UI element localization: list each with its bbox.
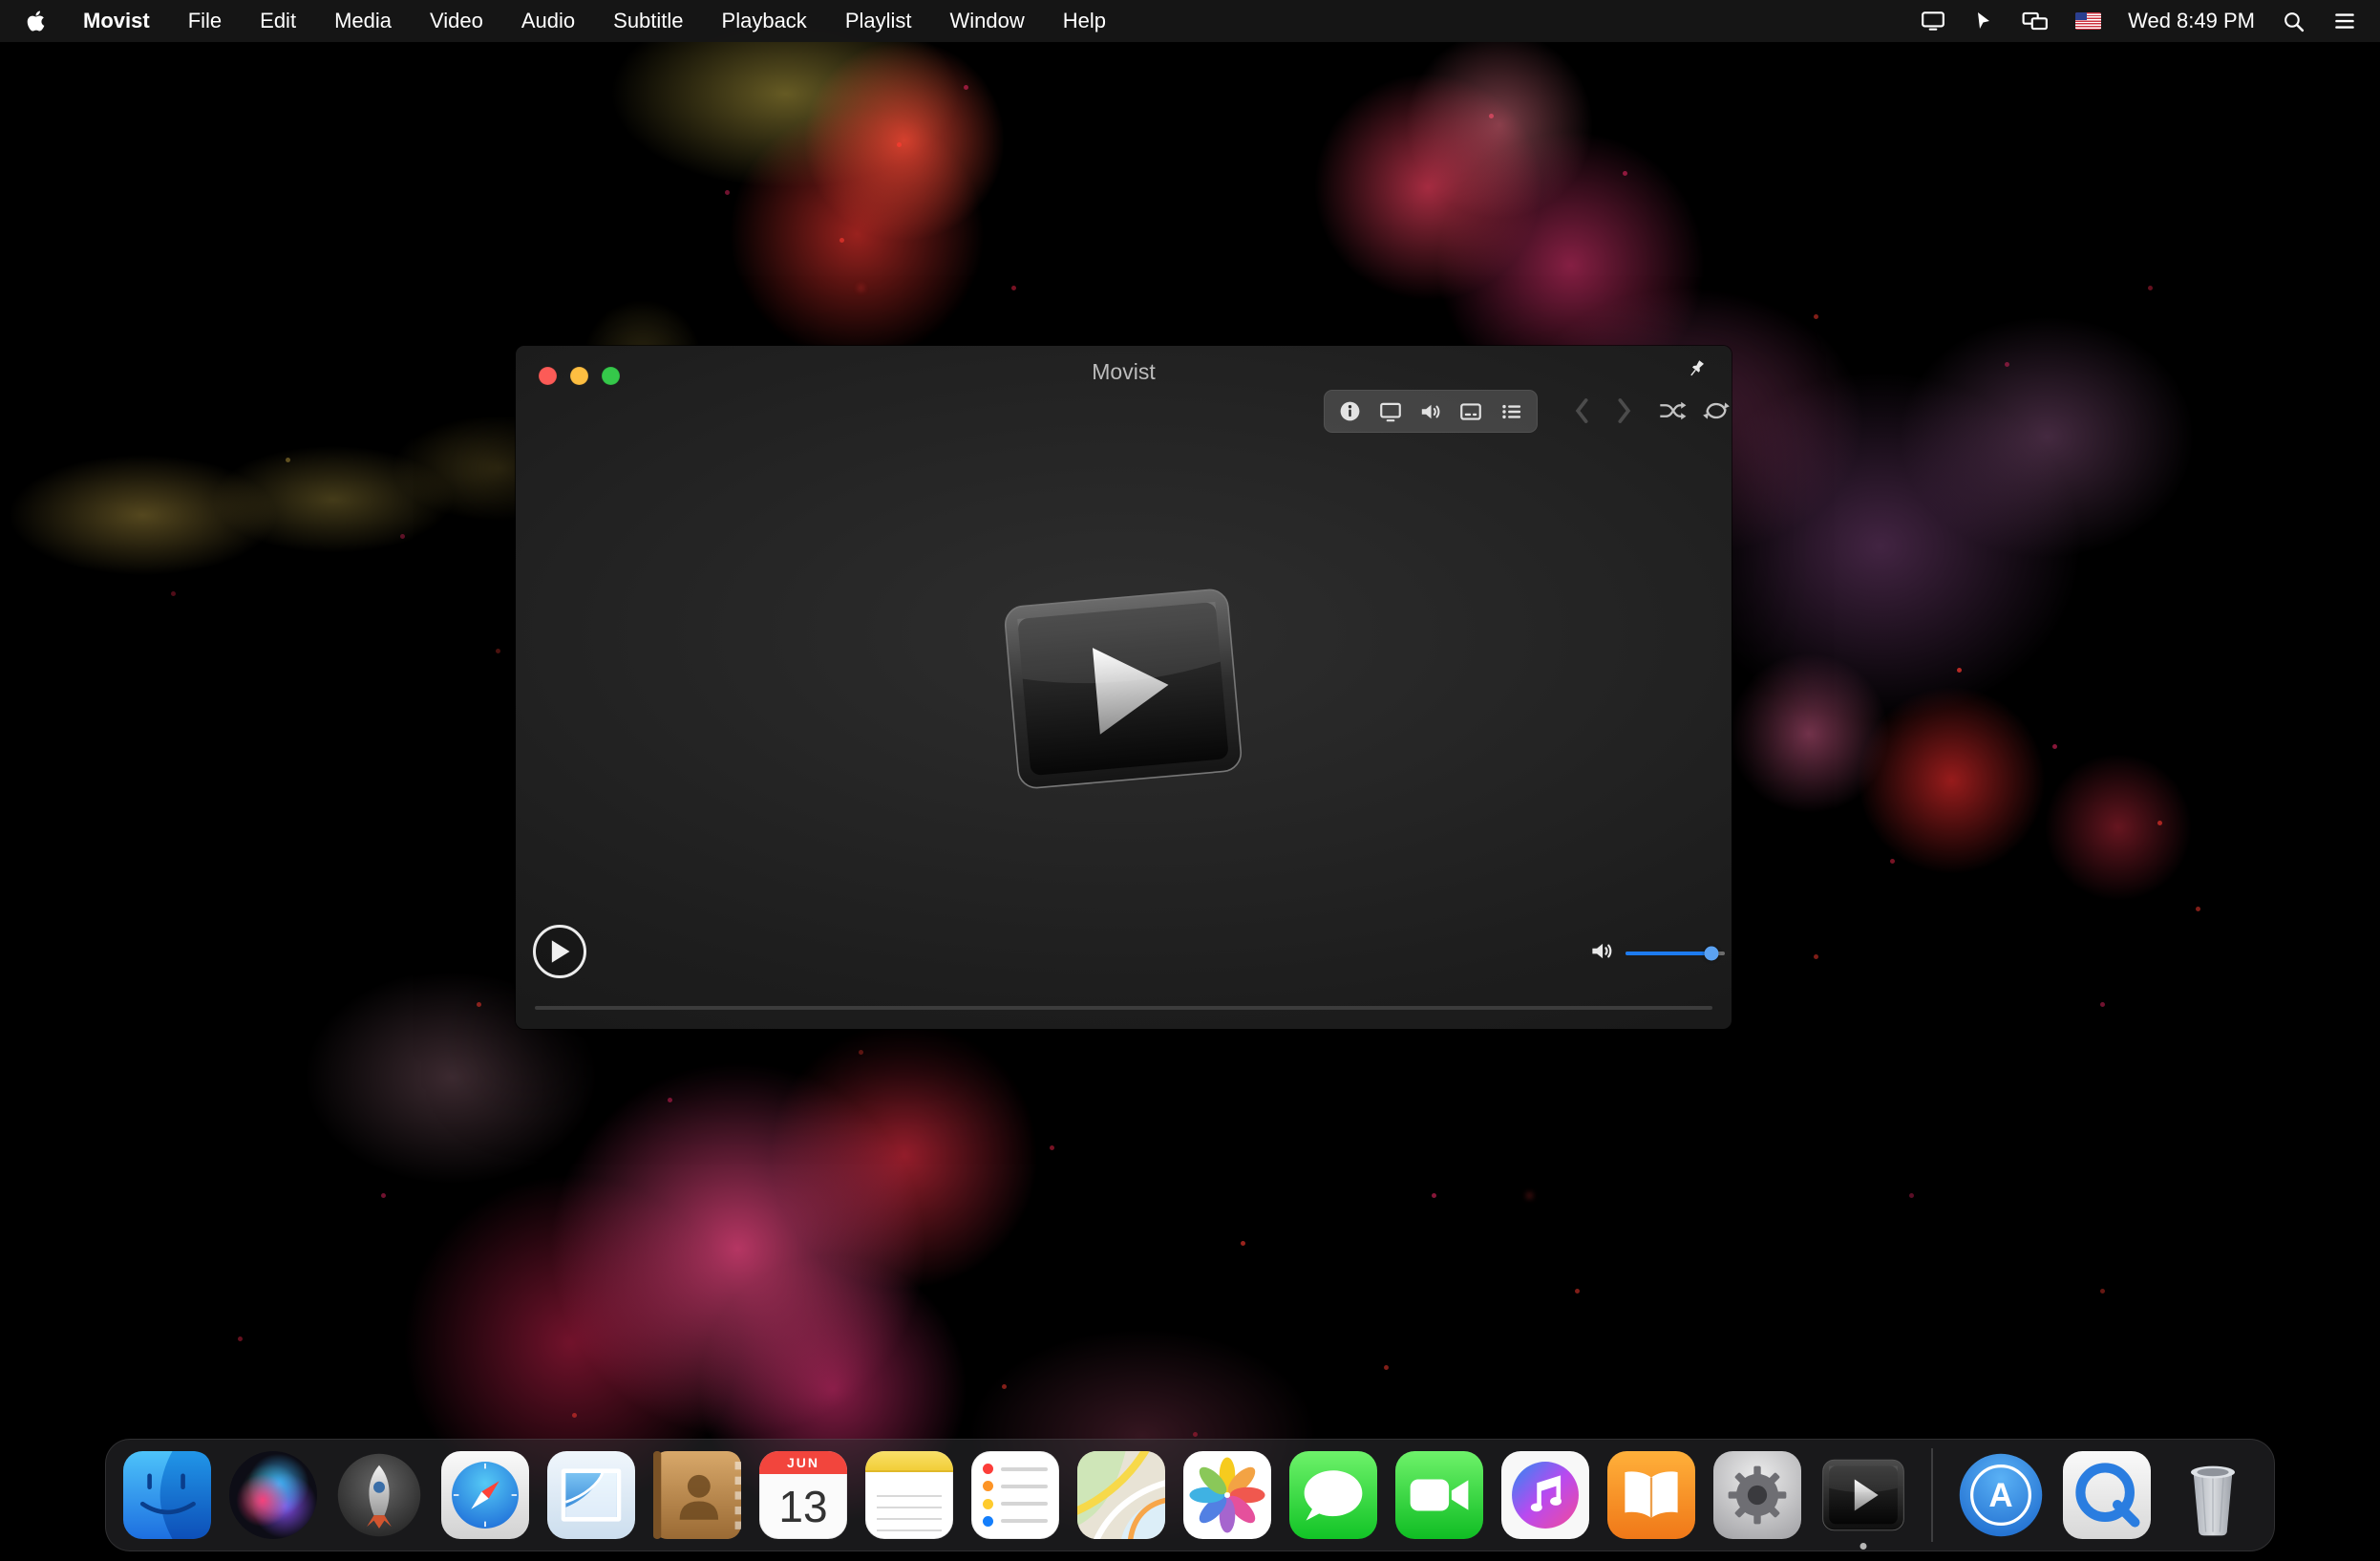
dock-mail[interactable]: [547, 1451, 635, 1539]
maps-icon: [1077, 1451, 1165, 1539]
dock-safari[interactable]: [441, 1451, 529, 1539]
movist-dock-icon: [1822, 1459, 1904, 1531]
menu-playlist[interactable]: Playlist: [845, 9, 912, 33]
dock-launchpad[interactable]: [335, 1451, 423, 1539]
menu-help[interactable]: Help: [1063, 9, 1106, 33]
next-icon[interactable]: [1611, 396, 1636, 426]
movist-logo: [999, 584, 1247, 794]
repeat-icon[interactable]: [1702, 397, 1731, 424]
menu-video[interactable]: Video: [430, 9, 483, 33]
calendar-icon: JUN 13: [759, 1451, 847, 1539]
info-icon[interactable]: [1337, 398, 1363, 424]
dock-finder[interactable]: [123, 1451, 211, 1539]
menu-media[interactable]: Media: [334, 9, 392, 33]
siri-icon: [229, 1451, 317, 1539]
menu-playback[interactable]: Playback: [722, 9, 807, 33]
titlebar[interactable]: Movist: [516, 346, 1732, 396]
playlist-icon[interactable]: [1498, 398, 1524, 424]
input-source-flag-icon[interactable]: [2075, 12, 2102, 30]
dock-system-preferences[interactable]: [1713, 1451, 1801, 1539]
previous-icon[interactable]: [1570, 396, 1595, 426]
menu-app-name[interactable]: Movist: [83, 9, 150, 33]
launchpad-icon: [337, 1453, 421, 1537]
play-button[interactable]: [533, 925, 586, 978]
dock-reminders[interactable]: [971, 1451, 1059, 1539]
photos-icon: [1183, 1451, 1271, 1539]
app-store-icon: A: [1959, 1453, 2043, 1537]
contacts-icon: [653, 1451, 741, 1539]
menu-edit[interactable]: Edit: [260, 9, 296, 33]
notes-icon: [865, 1451, 953, 1539]
dock-itunes[interactable]: [1501, 1451, 1589, 1539]
reminders-icon: [971, 1451, 1059, 1539]
itunes-icon: [1501, 1451, 1589, 1539]
volume-control: [1589, 938, 1725, 969]
dock-facetime[interactable]: [1395, 1451, 1483, 1539]
dock: JUN 13 A: [105, 1439, 2275, 1551]
flag-canton: [2075, 12, 2088, 20]
menu-file[interactable]: File: [188, 9, 222, 33]
desktop: Movist File Edit Media Video Audio Subti…: [0, 0, 2380, 1561]
dock-ibooks[interactable]: [1607, 1451, 1695, 1539]
menu-audio[interactable]: Audio: [521, 9, 575, 33]
messages-icon: [1289, 1451, 1377, 1539]
quicktime-icon: [2063, 1451, 2151, 1539]
menu-subtitle[interactable]: Subtitle: [613, 9, 683, 33]
notes-lines: [877, 1486, 942, 1531]
mail-icon: [547, 1451, 635, 1539]
dock-photos[interactable]: [1183, 1451, 1271, 1539]
notification-center-icon[interactable]: [2332, 9, 2357, 33]
dock-app-store[interactable]: A: [1957, 1451, 2045, 1539]
calendar-month: JUN: [759, 1451, 847, 1474]
facetime-icon: [1395, 1451, 1483, 1539]
dock-siri[interactable]: [229, 1451, 317, 1539]
dock-movist[interactable]: [1819, 1451, 1907, 1539]
dock-quicktime[interactable]: [2063, 1451, 2151, 1539]
system-preferences-icon: [1713, 1451, 1801, 1539]
mirroring-status-icon[interactable]: [2022, 9, 2049, 33]
movist-window: Movist: [516, 346, 1732, 1029]
window-title: Movist: [1092, 359, 1156, 384]
volume-fill: [1626, 952, 1712, 955]
menu-window[interactable]: Window: [950, 9, 1025, 33]
apple-menu[interactable]: [27, 10, 45, 32]
volume-slider[interactable]: [1626, 946, 1725, 961]
dock-messages[interactable]: [1289, 1451, 1377, 1539]
speaker-icon[interactable]: [1418, 398, 1444, 424]
spotlight-icon[interactable]: [2282, 10, 2306, 33]
ibooks-icon: [1607, 1451, 1695, 1539]
dock-contacts[interactable]: [653, 1451, 741, 1539]
menu-bar-left: Movist File Edit Media Video Audio Subti…: [27, 9, 1106, 33]
volume-icon[interactable]: [1589, 938, 1615, 969]
subtitles-icon[interactable]: [1458, 398, 1484, 424]
screen-icon[interactable]: [1377, 398, 1403, 424]
safari-icon: [441, 1451, 529, 1539]
pin-icon[interactable]: [1686, 357, 1711, 384]
player-toolbar: [1324, 390, 1538, 433]
dock-notes[interactable]: [865, 1451, 953, 1539]
dock-maps[interactable]: [1077, 1451, 1165, 1539]
dock-trash[interactable]: [2169, 1451, 2257, 1539]
shuffle-icon[interactable]: [1658, 397, 1687, 424]
menu-bar-right: Wed 8:49 PM: [1921, 9, 2357, 33]
menubar-clock[interactable]: Wed 8:49 PM: [2128, 9, 2255, 33]
apple-icon: [27, 10, 45, 32]
display-status-icon[interactable]: [1921, 9, 1945, 33]
calendar-day: 13: [778, 1482, 828, 1531]
volume-knob[interactable]: [1704, 946, 1719, 961]
dock-calendar[interactable]: JUN 13: [759, 1451, 847, 1539]
app-store-letter: A: [1988, 1477, 2012, 1514]
seek-bar[interactable]: [535, 1006, 1712, 1010]
finder-icon: [123, 1451, 211, 1539]
notes-header: [865, 1451, 953, 1472]
trash-icon: [2191, 1465, 2235, 1536]
dock-separator: [1931, 1448, 1933, 1542]
pointer-status-icon[interactable]: [1972, 10, 1995, 32]
menu-bar: Movist File Edit Media Video Audio Subti…: [0, 0, 2380, 42]
